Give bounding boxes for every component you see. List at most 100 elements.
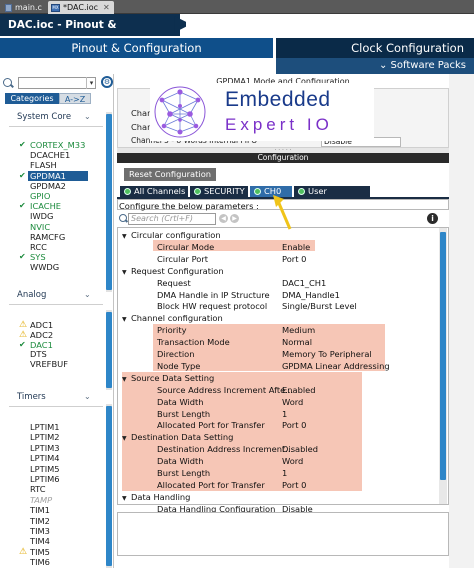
param-value[interactable]: DAC1_CH1 xyxy=(282,278,326,288)
category-item-lptim3[interactable]: LPTIM3 xyxy=(30,443,60,453)
category-item-gpdma1[interactable]: GPDMA1 xyxy=(28,170,88,181)
category-item-ramcfg[interactable]: RAMCFG xyxy=(30,232,65,242)
param-section[interactable]: ▼ Request Configuration xyxy=(122,266,224,278)
chevron-down-icon[interactable]: ▼ xyxy=(122,315,131,325)
param-value[interactable]: Word xyxy=(282,397,303,407)
param-section[interactable]: ▼ Destination Data Setting xyxy=(122,432,233,444)
param-value[interactable]: DMA_Handle1 xyxy=(282,290,340,300)
param-value[interactable]: Memory To Peripheral xyxy=(282,349,372,359)
category-search-input[interactable] xyxy=(18,77,96,89)
category-item-tamp[interactable]: TAMP xyxy=(30,495,52,505)
az-sort-button[interactable]: A->Z xyxy=(59,93,91,104)
category-item-gpdma2[interactable]: GPDMA2 xyxy=(30,181,66,191)
param-value[interactable]: 1 xyxy=(282,468,287,478)
gear-icon[interactable]: ⚙ xyxy=(101,76,113,88)
info-icon[interactable]: i xyxy=(427,213,438,224)
category-item-lptim5[interactable]: LPTIM5 xyxy=(30,464,60,474)
close-icon[interactable]: ✕ xyxy=(103,3,110,12)
chevron-down-icon[interactable]: ▼ xyxy=(122,494,131,504)
categories-button[interactable]: Categories xyxy=(5,93,59,104)
category-item-tim2[interactable]: TIM2 xyxy=(30,516,50,526)
file-tab-dac-ioc[interactable]: MX *DAC.ioc ✕ xyxy=(48,1,114,14)
chevron-down-icon[interactable]: ⌄ xyxy=(84,290,91,299)
param-value[interactable]: Port 0 xyxy=(282,480,306,490)
category-item-tim3[interactable]: TIM3 xyxy=(30,526,50,536)
tab-all-channels[interactable]: All Channels xyxy=(120,186,188,197)
category-item-cortex_m33[interactable]: CORTEX_M33 xyxy=(30,140,85,150)
category-item-sys[interactable]: SYS xyxy=(30,252,46,262)
category-item-rtc[interactable]: RTC xyxy=(30,484,46,494)
category-item-lptim6[interactable]: LPTIM6 xyxy=(30,474,60,484)
param-section[interactable]: ▼ Circular configuration xyxy=(122,230,221,242)
param-value[interactable]: Disabled xyxy=(282,444,318,454)
param-value[interactable]: Enable xyxy=(282,242,310,252)
system-core-scrollbar[interactable] xyxy=(106,112,112,292)
chevron-down-icon[interactable]: ▼ xyxy=(122,232,131,242)
category-item-dcache1[interactable]: DCACHE1 xyxy=(30,150,70,160)
category-item-gpio[interactable]: GPIO xyxy=(30,191,50,201)
param-value[interactable]: 1 xyxy=(282,409,287,419)
category-group-title[interactable]: System Core xyxy=(17,112,71,122)
category-item-dts[interactable]: DTS xyxy=(30,349,47,359)
category-item-vrefbuf[interactable]: VREFBUF xyxy=(30,359,68,369)
param-section-title: Request Configuration xyxy=(131,265,224,276)
search-prev-icon[interactable]: ◀ xyxy=(219,214,228,223)
param-section[interactable]: ▼ Source Data Setting xyxy=(122,373,214,385)
scrollbar-thumb[interactable] xyxy=(106,114,112,290)
category-item-tim1[interactable]: TIM1 xyxy=(30,505,50,515)
category-item-flash[interactable]: FLASH xyxy=(30,160,57,170)
category-item-tim6[interactable]: TIM6 xyxy=(30,557,50,567)
category-item-nvic[interactable]: NVIC xyxy=(30,222,50,232)
scrollbar-thumb[interactable] xyxy=(106,406,112,566)
param-name: DMA Handle in IP Structure xyxy=(157,289,270,300)
software-packs-menu[interactable]: ⌄ Software Packs xyxy=(276,58,474,74)
category-group-title[interactable]: Timers xyxy=(17,392,46,402)
category-item-iwdg[interactable]: IWDG xyxy=(30,211,53,221)
tab-security[interactable]: SECURITY xyxy=(190,186,248,197)
search-icon[interactable] xyxy=(3,78,12,87)
scrollbar-thumb[interactable] xyxy=(106,312,112,388)
reset-configuration-button[interactable]: Reset Configuration xyxy=(124,168,216,181)
param-value[interactable]: Port 0 xyxy=(282,420,306,430)
chevron-down-icon[interactable]: ▼ xyxy=(122,268,131,278)
chevron-down-icon[interactable]: ⌄ xyxy=(84,112,91,121)
category-item-icache[interactable]: ICACHE xyxy=(30,201,61,211)
category-item-wwdg[interactable]: WWDG xyxy=(30,262,59,272)
category-item-tim4[interactable]: TIM4 xyxy=(30,536,50,546)
param-value[interactable]: Medium xyxy=(282,325,315,335)
parameter-table-scrollbar[interactable] xyxy=(439,228,447,504)
chevron-down-icon[interactable]: ▼ xyxy=(122,434,131,444)
param-value[interactable]: Single/Burst Level xyxy=(282,301,357,311)
param-value[interactable]: Enabled xyxy=(282,385,316,395)
param-section[interactable]: ▼ Channel configuration xyxy=(122,313,223,325)
parameter-search-input[interactable]: Search (Crtl+F) xyxy=(128,213,216,225)
tab-clock-configuration[interactable]: Clock Configuration xyxy=(276,38,474,58)
chevron-down-icon[interactable]: ▾ xyxy=(86,77,96,89)
category-group-title[interactable]: Analog xyxy=(17,290,46,300)
timers-scrollbar[interactable] xyxy=(106,404,112,568)
breadcrumb[interactable]: DAC.ioc - Pinout & Configuration xyxy=(0,14,180,53)
search-icon[interactable] xyxy=(119,214,127,222)
param-value[interactable]: Port 0 xyxy=(282,254,306,264)
analog-scrollbar[interactable] xyxy=(106,310,112,390)
chevron-down-icon[interactable]: ⌄ xyxy=(84,392,91,401)
category-item-adc2[interactable]: ADC2 xyxy=(30,330,53,340)
category-item-adc1[interactable]: ADC1 xyxy=(30,320,53,330)
category-item-dac1[interactable]: DAC1 xyxy=(30,340,53,350)
category-item-lptim4[interactable]: LPTIM4 xyxy=(30,453,60,463)
param-value[interactable]: GPDMA Linear Addressing xyxy=(282,361,390,371)
tab-pinout-configuration[interactable]: Pinout & Configuration xyxy=(0,38,273,58)
file-tab-main-c[interactable]: main.c xyxy=(2,1,46,14)
param-section[interactable]: ▼ Data Handling xyxy=(122,492,190,504)
param-value[interactable]: Word xyxy=(282,456,303,466)
category-item-tim5[interactable]: TIM5 xyxy=(30,547,50,557)
category-item-lptim1[interactable]: LPTIM1 xyxy=(30,422,60,432)
chevron-down-icon[interactable]: ▼ xyxy=(122,375,131,385)
param-value[interactable]: Normal xyxy=(282,337,312,347)
search-next-icon[interactable]: ▶ xyxy=(230,214,239,223)
tab-user-constants[interactable]: User Constants xyxy=(294,186,370,207)
category-item-lptim2[interactable]: LPTIM2 xyxy=(30,432,60,442)
scrollbar-thumb[interactable] xyxy=(440,232,446,480)
category-item-rcc[interactable]: RCC xyxy=(30,242,47,252)
param-name: Source Address Increment Afte... xyxy=(157,384,294,395)
